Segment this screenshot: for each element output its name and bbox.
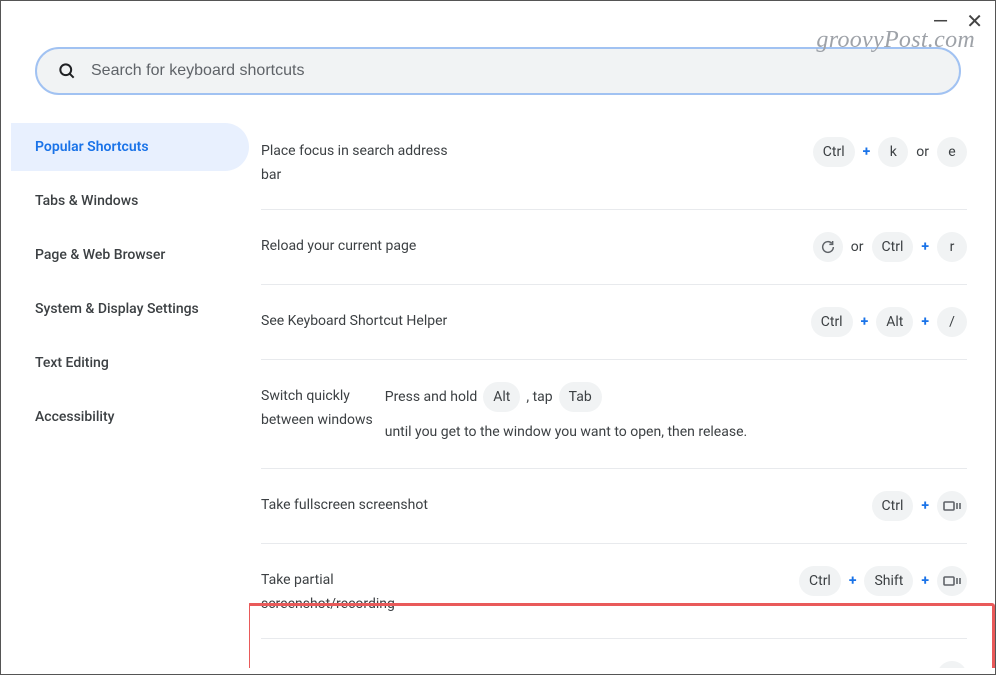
shortcut-label: Take partial screenshot/recording	[261, 566, 461, 616]
shortcut-row: Place focus in search address bar Ctrl +…	[261, 115, 967, 209]
search-bar[interactable]	[35, 47, 961, 95]
shortcut-row: See Keyboard Shortcut Helper Ctrl + Alt …	[261, 284, 967, 359]
plus-icon: +	[859, 308, 871, 336]
sidebar-item-popular-shortcuts[interactable]: Popular Shortcuts	[11, 123, 249, 171]
overview-key-icon	[937, 491, 967, 521]
sidebar-item-page-web-browser[interactable]: Page & Web Browser	[11, 231, 249, 279]
or-text: or	[914, 138, 931, 166]
plus-icon: +	[919, 308, 931, 336]
shortcut-keys: Press and hold Alt , tap Tab until you g…	[385, 382, 967, 446]
shortcuts-list: Place focus in search address bar Ctrl +…	[249, 115, 995, 668]
shortcut-keys: or Ctrl + r	[813, 232, 967, 262]
instruction-text: until you get to the window you want to …	[385, 418, 747, 446]
plus-icon: +	[919, 233, 931, 261]
screenshot-key-icon	[937, 661, 967, 668]
reload-icon	[813, 232, 843, 262]
key-tab: Tab	[559, 382, 602, 412]
plus-icon: +	[861, 138, 873, 166]
window-controls: — ✕	[933, 9, 983, 33]
shortcut-label: See Keyboard Shortcut Helper	[261, 307, 447, 333]
shortcut-label: Reload your current page	[261, 232, 416, 258]
sidebar-item-accessibility[interactable]: Accessibility	[11, 393, 249, 441]
plus-icon: +	[919, 492, 931, 520]
key-ctrl: Ctrl	[811, 307, 853, 337]
key-alt: Alt	[483, 382, 520, 412]
search-input[interactable]	[91, 62, 939, 80]
sidebar-item-system-display[interactable]: System & Display Settings	[11, 285, 249, 333]
overview-key-icon	[937, 566, 967, 596]
shortcut-row: Take screenshot/recording	[261, 638, 967, 668]
instruction-text: , tap	[526, 383, 552, 411]
key-ctrl: Ctrl	[799, 566, 841, 596]
key-e: e	[937, 137, 967, 167]
key-r: r	[937, 232, 967, 262]
plus-icon: +	[847, 567, 859, 595]
close-icon[interactable]: ✕	[966, 9, 983, 33]
shortcut-label: Place focus in search address bar	[261, 137, 461, 187]
instruction-text: Press and hold	[385, 383, 478, 411]
sidebar: Popular Shortcuts Tabs & Windows Page & …	[11, 115, 249, 668]
shortcut-row: Take partial screenshot/recording Ctrl +…	[261, 543, 967, 638]
shortcut-keys: Ctrl + Shift +	[799, 566, 967, 596]
shortcut-keys: Ctrl + k or e	[813, 137, 967, 167]
minimize-icon[interactable]: —	[933, 16, 949, 26]
key-k: k	[878, 137, 908, 167]
shortcut-row: Switch quickly between windows Press and…	[261, 359, 967, 468]
key-alt: Alt	[876, 307, 913, 337]
key-ctrl: Ctrl	[813, 137, 855, 167]
shortcut-keys: Ctrl +	[872, 491, 967, 521]
search-icon	[57, 61, 77, 81]
key-ctrl: Ctrl	[872, 491, 914, 521]
shortcut-row: Take fullscreen screenshot Ctrl +	[261, 468, 967, 543]
shortcut-keys	[937, 661, 967, 668]
shortcut-label: Switch quickly between windows	[261, 382, 373, 432]
shortcut-keys: Ctrl + Alt + /	[811, 307, 967, 337]
shortcut-row: Reload your current page or Ctrl + r	[261, 209, 967, 284]
key-slash: /	[937, 307, 967, 337]
shortcut-label: Take screenshot/recording	[261, 661, 428, 668]
plus-icon: +	[919, 567, 931, 595]
shortcut-label: Take fullscreen screenshot	[261, 491, 428, 517]
key-ctrl: Ctrl	[872, 232, 914, 262]
or-text: or	[849, 233, 866, 261]
sidebar-item-tabs-windows[interactable]: Tabs & Windows	[11, 177, 249, 225]
sidebar-item-text-editing[interactable]: Text Editing	[11, 339, 249, 387]
key-shift: Shift	[864, 566, 913, 596]
